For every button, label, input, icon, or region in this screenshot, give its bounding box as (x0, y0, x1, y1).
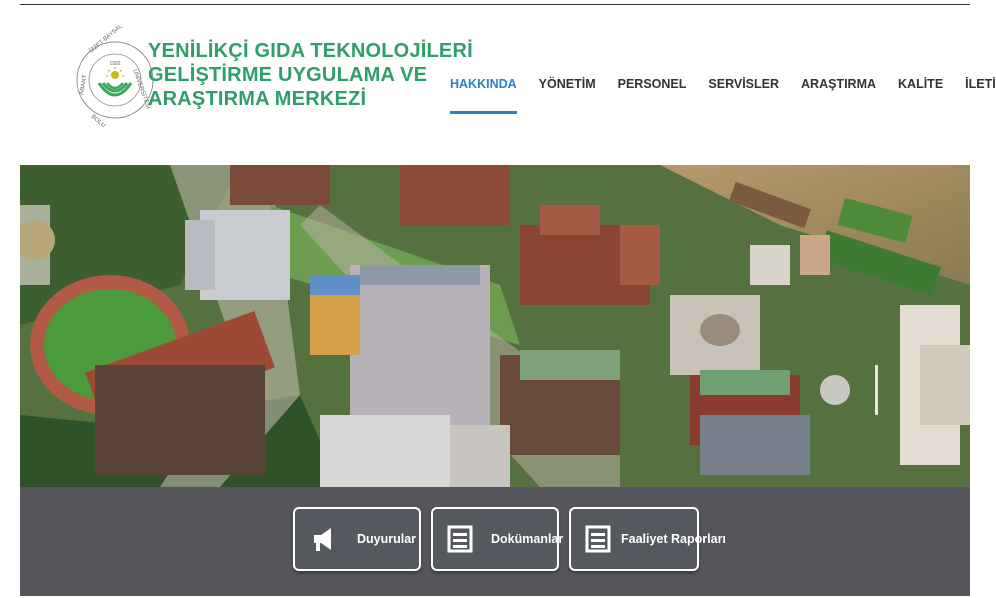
nav-item-arastirma[interactable]: ARAŞTIRMA (801, 77, 876, 91)
duyurular-label: Duyurular (357, 532, 417, 546)
nav-item-iletisim[interactable]: İLETİŞİM (965, 77, 996, 91)
report-icon (583, 522, 613, 556)
campus-aerial-illustration (20, 165, 970, 487)
nav-item-hakkinda[interactable]: HAKKINDA (450, 77, 517, 114)
document-icon (445, 522, 475, 556)
nav-item-yonetim[interactable]: YÖNETİM (539, 77, 596, 91)
svg-text:İZZET BAYSAL: İZZET BAYSAL (88, 25, 125, 55)
megaphone-icon (307, 522, 341, 556)
hero-campus-image (20, 165, 970, 487)
faaliyet-raporlari-button[interactable]: Faaliyet Raporları (569, 507, 726, 571)
center-title[interactable]: YENİLİKÇİ GIDA TEKNOLOJİLERİ GELİŞTİRME … (148, 39, 473, 111)
logo-year: 1992 (109, 61, 120, 67)
title-line-1: YENİLİKÇİ GIDA TEKNOLOJİLERİ (148, 40, 473, 62)
faaliyet-raporlari-label: Faaliyet Raporları (621, 532, 726, 546)
svg-text:ABANT: ABANT (79, 74, 88, 95)
site-header: 1992 İZZET BAYSAL ÜNİVERSİTESİ ABANT BOL… (20, 5, 996, 165)
nav-item-servisler[interactable]: SERVİSLER (708, 77, 779, 91)
title-line-3: ARAŞTIRMA MERKEZİ (148, 88, 367, 110)
title-line-2: GELİŞTİRME UYGULAMA VE (148, 64, 428, 86)
quick-links-bar: Duyurular Dokümanlar Faaliyet Raporları (20, 487, 970, 596)
nav-item-kalite[interactable]: KALİTE (898, 77, 943, 91)
dokumanlar-label: Dokümanlar (491, 532, 564, 546)
nav-item-personel[interactable]: PERSONEL (618, 77, 687, 91)
dokumanlar-button[interactable]: Dokümanlar (431, 507, 563, 571)
main-navigation: HAKKINDA YÖNETİM PERSONEL SERVİSLER ARAŞ… (450, 77, 996, 114)
duyurular-button[interactable]: Duyurular (293, 507, 421, 571)
university-logo[interactable]: 1992 İZZET BAYSAL ÜNİVERSİTESİ ABANT BOL… (75, 25, 155, 135)
